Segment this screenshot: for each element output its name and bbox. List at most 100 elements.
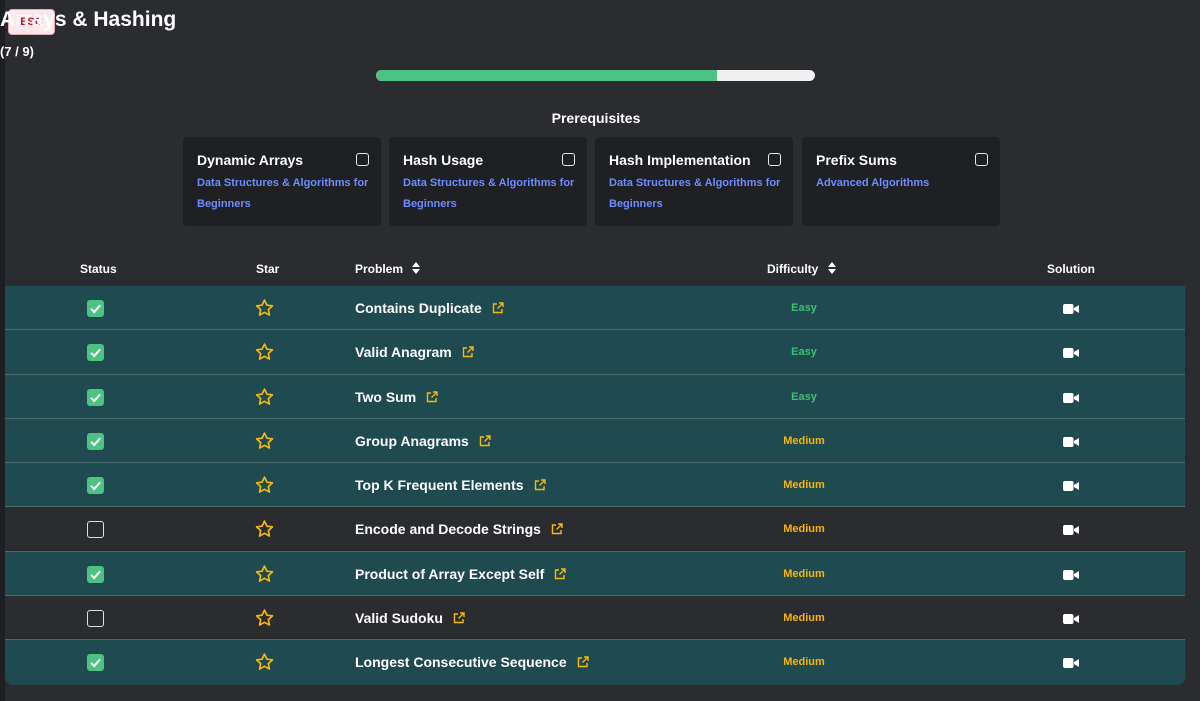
- star-outline-icon[interactable]: [254, 519, 275, 539]
- problem-link[interactable]: Two Sum: [355, 389, 438, 406]
- status-checkbox[interactable]: [87, 521, 104, 539]
- video-camera-icon[interactable]: [1063, 391, 1079, 403]
- checkbox-icon[interactable]: [975, 153, 988, 166]
- prerequisite-course-link[interactable]: Data Structures & Algorithms for Beginne…: [197, 173, 369, 215]
- external-link-icon[interactable]: [551, 522, 563, 538]
- header-problem-label: Problem: [355, 262, 404, 276]
- difficulty-badge: Easy: [791, 302, 817, 314]
- header-difficulty-label: Difficulty: [767, 262, 819, 276]
- sort-icon[interactable]: [827, 262, 836, 277]
- prerequisite-card[interactable]: Hash Usage Data Structures & Algorithms f…: [389, 137, 587, 226]
- prerequisite-course-link[interactable]: Data Structures & Algorithms for Beginne…: [609, 173, 781, 215]
- difficulty-badge: Easy: [791, 390, 817, 403]
- status-checkbox[interactable]: [87, 654, 104, 672]
- window-right-edge: [1186, 0, 1200, 701]
- video-camera-icon[interactable]: [1063, 612, 1079, 625]
- difficulty-badge: Medium: [783, 479, 825, 492]
- problem-name: Valid Anagram: [355, 344, 452, 361]
- video-camera-icon[interactable]: [1063, 523, 1079, 536]
- header-star[interactable]: Star: [256, 262, 279, 276]
- checkbox-icon[interactable]: [768, 153, 781, 166]
- table-row: Two Sum Easy: [5, 374, 1185, 419]
- header-status[interactable]: Status: [80, 262, 117, 276]
- prerequisite-course-link[interactable]: Advanced Algorithms: [816, 173, 988, 194]
- external-link-icon[interactable]: [453, 611, 465, 627]
- status-checkbox[interactable]: [87, 388, 104, 406]
- problem-link[interactable]: Encode and Decode Strings: [355, 521, 563, 538]
- external-link-icon[interactable]: [554, 567, 567, 583]
- progress-fill: [376, 70, 718, 81]
- problem-name: Two Sum: [355, 388, 417, 405]
- status-checkbox[interactable]: [87, 477, 104, 495]
- problem-link[interactable]: Group Anagrams: [355, 433, 491, 450]
- problem-link[interactable]: Top K Frequent Elements: [355, 477, 546, 494]
- external-link-icon[interactable]: [577, 655, 589, 671]
- table-row: Encode and Decode Strings Medium: [5, 507, 1185, 552]
- external-link-icon[interactable]: [462, 345, 474, 361]
- prerequisite-name: Hash Implementation: [609, 152, 751, 168]
- page-title: Arrays & Hashing: [0, 8, 177, 31]
- problem-name: Top K Frequent Elements: [355, 477, 524, 494]
- problem-link[interactable]: Longest Consecutive Sequence: [355, 654, 589, 671]
- problems-table: Contains Duplicate Easy Valid Anagram Easy T…: [5, 286, 1185, 685]
- status-checkbox[interactable]: [87, 344, 104, 362]
- table-row: Valid Anagram Easy: [5, 330, 1185, 375]
- star-outline-icon[interactable]: [254, 298, 275, 318]
- table-row: Group Anagrams Medium: [5, 418, 1185, 464]
- video-camera-icon[interactable]: [1063, 346, 1079, 359]
- difficulty-badge: Medium: [783, 434, 825, 447]
- external-link-icon[interactable]: [534, 478, 546, 494]
- video-camera-icon[interactable]: [1063, 479, 1079, 492]
- prerequisite-name: Dynamic Arrays: [197, 152, 304, 168]
- star-outline-icon[interactable]: [254, 564, 275, 584]
- problem-name: Product of Array Except Self: [355, 565, 545, 582]
- progress-bar: [376, 70, 815, 81]
- prerequisite-card[interactable]: Hash Implementation Data Structures & Alg…: [595, 137, 793, 226]
- star-outline-icon[interactable]: [254, 387, 275, 407]
- problem-name: Valid Sudoku: [355, 610, 443, 627]
- video-camera-icon[interactable]: [1063, 568, 1079, 580]
- table-row: Valid Sudoku Medium: [5, 596, 1185, 641]
- prerequisite-name: Prefix Sums: [816, 152, 897, 168]
- difficulty-badge: Medium: [783, 656, 825, 669]
- difficulty-badge: Medium: [783, 523, 825, 536]
- star-outline-icon[interactable]: [254, 608, 275, 628]
- progress-count: (7 / 9): [0, 44, 34, 59]
- star-outline-icon[interactable]: [254, 431, 275, 451]
- prerequisites-title: Prerequisites: [551, 110, 641, 126]
- table-row: Longest Consecutive Sequence Medium: [5, 640, 1185, 685]
- star-outline-icon[interactable]: [254, 652, 275, 672]
- video-camera-icon[interactable]: [1063, 302, 1079, 314]
- external-link-icon[interactable]: [492, 301, 504, 317]
- prerequisite-card[interactable]: Dynamic Arrays Data Structures & Algorith…: [183, 137, 381, 226]
- status-checkbox[interactable]: [87, 300, 104, 317]
- difficulty-badge: Medium: [783, 612, 825, 625]
- sort-icon[interactable]: [412, 262, 421, 277]
- prerequisite-name: Hash Usage: [403, 152, 484, 168]
- prerequisite-card[interactable]: Prefix Sums Advanced Algorithms: [802, 137, 1000, 226]
- header-difficulty[interactable]: Difficulty: [767, 262, 836, 277]
- table-header: Status Star Problem Difficulty Solution: [0, 262, 1192, 278]
- prerequisite-course-link[interactable]: Data Structures & Algorithms for Beginne…: [403, 173, 575, 215]
- status-checkbox[interactable]: [87, 610, 104, 628]
- star-outline-icon[interactable]: [254, 475, 275, 495]
- problem-link[interactable]: Product of Array Except Self: [355, 565, 567, 583]
- problem-name: Contains Duplicate: [355, 300, 482, 316]
- external-link-icon[interactable]: [479, 434, 491, 450]
- status-checkbox[interactable]: [87, 432, 104, 450]
- table-row: Product of Array Except Self Medium: [5, 551, 1185, 597]
- problem-link[interactable]: Contains Duplicate: [355, 300, 504, 317]
- star-outline-icon[interactable]: [254, 342, 275, 362]
- video-camera-icon[interactable]: [1063, 435, 1079, 447]
- status-checkbox[interactable]: [87, 565, 104, 583]
- table-row: Contains Duplicate Easy: [5, 286, 1185, 331]
- problem-link[interactable]: Valid Sudoku: [355, 610, 465, 627]
- checkbox-icon[interactable]: [562, 153, 575, 166]
- header-solution[interactable]: Solution: [1047, 262, 1095, 276]
- header-problem[interactable]: Problem: [355, 262, 421, 277]
- external-link-icon[interactable]: [426, 390, 438, 406]
- checkbox-icon[interactable]: [356, 153, 369, 166]
- problem-link[interactable]: Valid Anagram: [355, 344, 474, 361]
- video-camera-icon[interactable]: [1063, 656, 1079, 669]
- problem-name: Longest Consecutive Sequence: [355, 654, 567, 671]
